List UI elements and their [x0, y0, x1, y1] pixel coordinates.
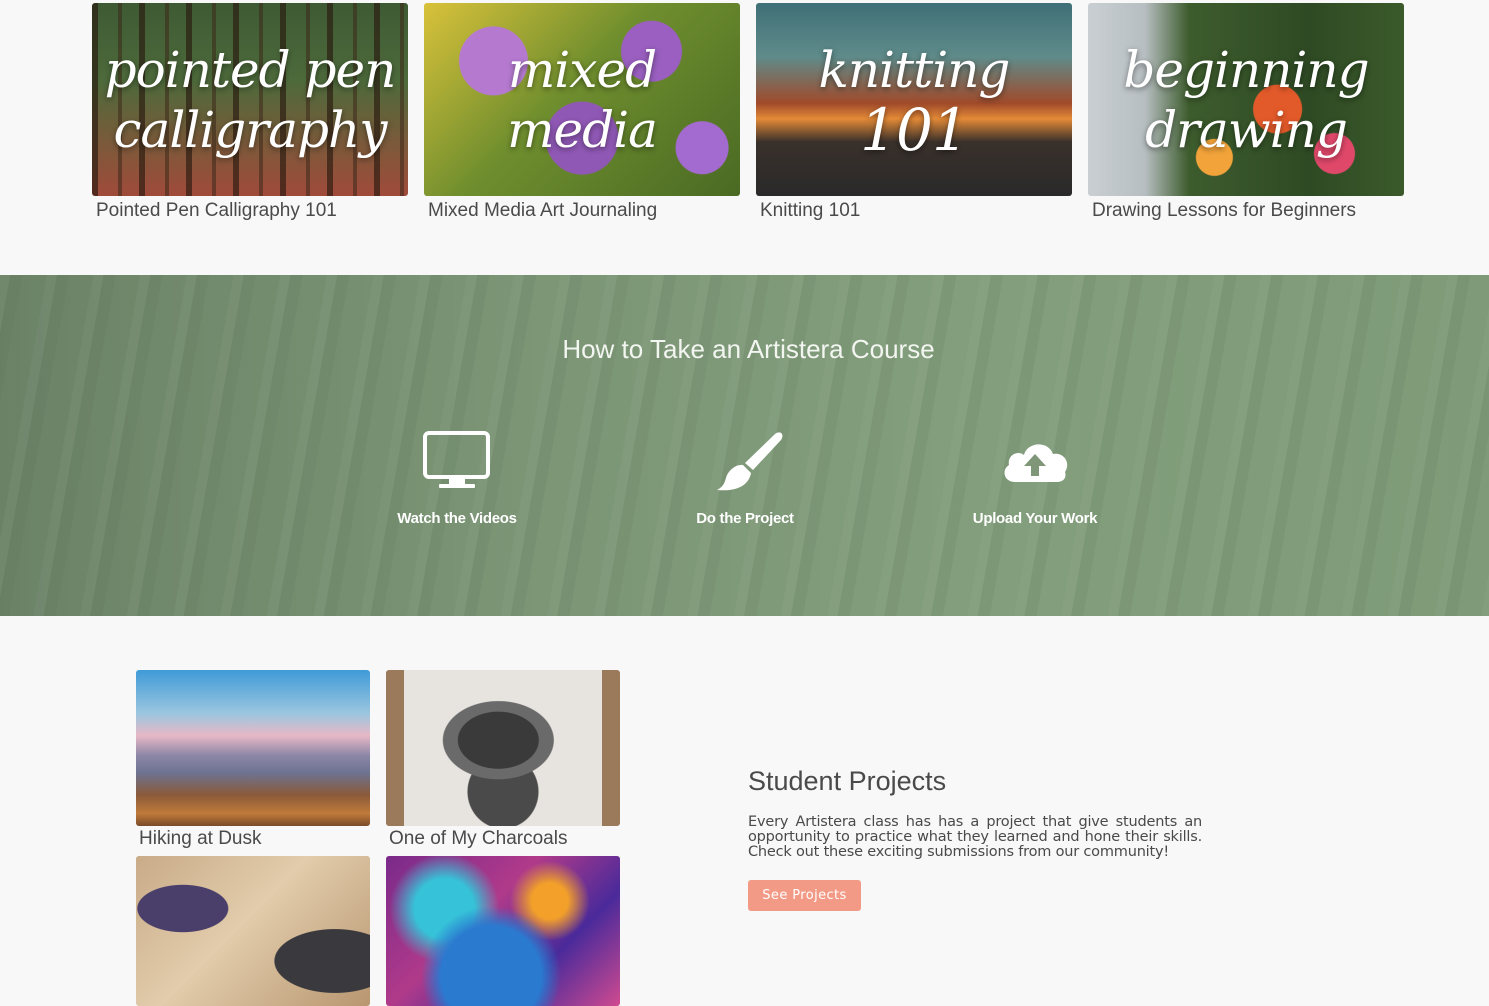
project-image[interactable]: [136, 670, 370, 826]
project-image[interactable]: [136, 856, 370, 1006]
course-card-calligraphy[interactable]: pointed pen calligraphy Pointed Pen Call…: [92, 3, 408, 222]
paintbrush-icon: [717, 432, 783, 491]
thumbnail-text: media: [507, 100, 658, 159]
how-to-title: How to Take an Artistera Course: [562, 334, 935, 364]
thumbnail-text: knitting: [818, 40, 1011, 99]
project-caption[interactable]: One of My Charcoals: [386, 828, 620, 850]
how-to-banner: How to Take an Artistera Course Watch th…: [0, 275, 1489, 616]
course-title[interactable]: Drawing Lessons for Beginners: [1088, 200, 1404, 222]
student-projects-title: Student Projects: [748, 766, 947, 796]
course-thumbnail[interactable]: pointed pen calligraphy: [92, 3, 408, 196]
thumbnail-text: 101: [860, 95, 969, 164]
thumbnail-text: beginning: [1123, 40, 1369, 99]
step-label: Upload Your Work: [972, 510, 1098, 527]
thumbnail-text: mixed: [507, 40, 657, 99]
cloud-upload-icon: [1004, 444, 1068, 482]
project-tile-galaxy[interactable]: [386, 856, 620, 1006]
step-label: Do the Project: [696, 510, 794, 527]
course-card-mixed-media[interactable]: mixed media Mixed Media Art Journaling: [424, 3, 740, 222]
course-thumbnail[interactable]: mixed media: [424, 3, 740, 196]
see-projects-button[interactable]: See Projects: [748, 880, 861, 911]
thumbnail-text: calligraphy: [113, 100, 388, 159]
course-title[interactable]: Knitting 101: [756, 200, 1072, 222]
course-thumbnail[interactable]: knitting 101: [756, 3, 1072, 196]
project-image[interactable]: [386, 856, 620, 1006]
course-card-knitting[interactable]: knitting 101 Knitting 101: [756, 3, 1072, 222]
step-do-project: Do the Project: [645, 430, 845, 527]
step-upload-work: Upload Your Work: [935, 430, 1135, 527]
project-tile-hiking[interactable]: Hiking at Dusk: [136, 670, 370, 850]
monitor-icon: [423, 431, 490, 488]
thumbnail-text: pointed pen: [104, 40, 397, 99]
student-projects-description: Every Artistera class has has a project …: [748, 814, 1202, 860]
step-watch-videos: Watch the Videos: [357, 430, 557, 527]
project-tile-knitting[interactable]: [136, 856, 370, 1006]
course-title[interactable]: Pointed Pen Calligraphy 101: [92, 200, 408, 222]
course-card-drawing[interactable]: beginning drawing Drawing Lessons for Be…: [1088, 3, 1404, 222]
thumbnail-text: drawing: [1145, 100, 1348, 159]
project-image[interactable]: [386, 670, 620, 826]
course-thumbnail[interactable]: beginning drawing: [1088, 3, 1404, 196]
project-tile-charcoal[interactable]: One of My Charcoals: [386, 670, 620, 850]
step-label: Watch the Videos: [397, 510, 517, 527]
course-title[interactable]: Mixed Media Art Journaling: [424, 200, 740, 222]
project-caption[interactable]: Hiking at Dusk: [136, 828, 370, 850]
